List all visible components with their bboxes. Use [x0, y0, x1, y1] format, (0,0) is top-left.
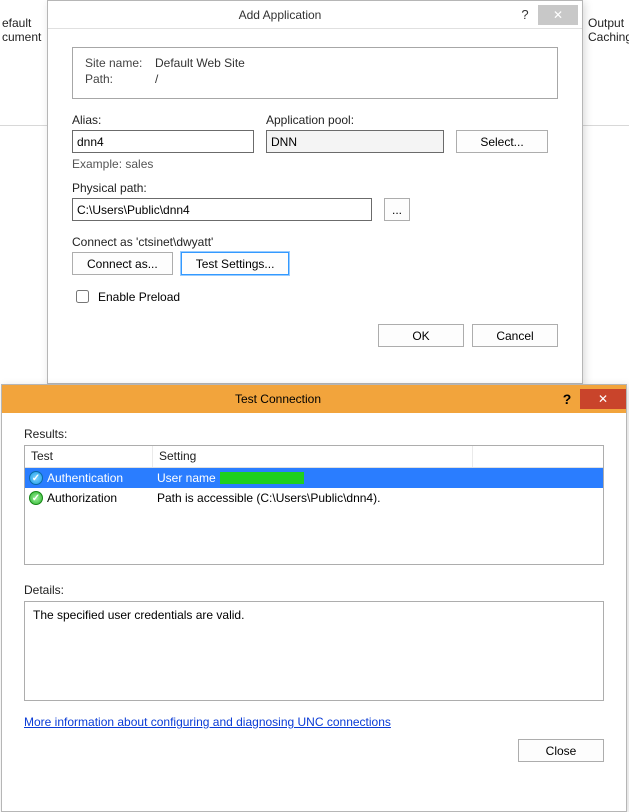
- details-text: The specified user credentials are valid…: [33, 608, 244, 622]
- redacted-username: [220, 472, 304, 484]
- grid-row-authorization[interactable]: ✓ Authorization Path is accessible (C:\U…: [25, 488, 603, 508]
- bg-icon-label: cument: [2, 30, 41, 44]
- check-icon: ✓: [29, 471, 43, 485]
- enable-preload-label: Enable Preload: [98, 290, 180, 304]
- row-test: Authentication: [47, 471, 123, 485]
- site-path-value: /: [155, 72, 158, 86]
- alias-label: Alias:: [72, 113, 254, 127]
- site-name-label: Site name:: [85, 56, 155, 70]
- apppool-label: Application pool:: [266, 113, 444, 127]
- results-label: Results:: [24, 427, 604, 441]
- row-setting: Path is accessible (C:\Users\Public\dnn4…: [157, 491, 380, 505]
- row-test: Authorization: [47, 491, 117, 505]
- alias-input[interactable]: [72, 130, 254, 153]
- col-setting[interactable]: Setting: [153, 446, 473, 467]
- site-path-label: Path:: [85, 72, 155, 86]
- grid-header: Test Setting: [25, 446, 603, 468]
- bg-icon-label: Output: [588, 16, 624, 30]
- connect-as-button[interactable]: Connect as...: [72, 252, 173, 275]
- enable-preload-input[interactable]: [76, 290, 89, 303]
- help-button[interactable]: ?: [554, 391, 580, 407]
- ok-button[interactable]: OK: [378, 324, 464, 347]
- dialog-title: Test Connection: [2, 392, 554, 406]
- details-box: The specified user credentials are valid…: [24, 601, 604, 701]
- site-name-value: Default Web Site: [155, 56, 245, 70]
- physical-path-label: Physical path:: [72, 181, 558, 195]
- select-apppool-button[interactable]: Select...: [456, 130, 548, 153]
- dialog-title: Add Application: [48, 8, 512, 22]
- results-grid[interactable]: Test Setting ✓ Authentication User name …: [24, 445, 604, 565]
- connect-as-label: Connect as 'ctsinet\dwyatt': [72, 235, 558, 249]
- add-application-dialog: Add Application ? ✕ Site name: Default W…: [47, 0, 583, 384]
- test-settings-button[interactable]: Test Settings...: [181, 252, 290, 275]
- check-icon: ✓: [29, 491, 43, 505]
- help-button[interactable]: ?: [512, 7, 538, 22]
- apppool-input: [266, 130, 444, 153]
- test-connection-dialog: Test Connection ? ✕ Results: Test Settin…: [1, 384, 627, 812]
- row-setting: User name: [157, 471, 216, 485]
- enable-preload-checkbox[interactable]: Enable Preload: [72, 287, 558, 306]
- titlebar[interactable]: Test Connection ? ✕: [2, 385, 626, 413]
- bg-icon-label: efault: [2, 16, 31, 30]
- browse-button[interactable]: ...: [384, 198, 410, 221]
- close-icon: ✕: [598, 392, 608, 406]
- close-button[interactable]: Close: [518, 739, 604, 762]
- details-label: Details:: [24, 583, 604, 597]
- cancel-button[interactable]: Cancel: [472, 324, 558, 347]
- close-button[interactable]: ✕: [580, 389, 626, 409]
- close-button[interactable]: ✕: [538, 5, 578, 25]
- grid-row-authentication[interactable]: ✓ Authentication User name: [25, 468, 603, 488]
- bg-icon-label: Caching: [588, 30, 629, 44]
- site-info-box: Site name: Default Web Site Path: /: [72, 47, 558, 99]
- col-test[interactable]: Test: [25, 446, 153, 467]
- alias-example: Example: sales: [72, 157, 558, 171]
- close-icon: ✕: [553, 8, 563, 22]
- unc-help-link[interactable]: More information about configuring and d…: [24, 715, 391, 729]
- physical-path-input[interactable]: [72, 198, 372, 221]
- titlebar[interactable]: Add Application ? ✕: [48, 1, 582, 29]
